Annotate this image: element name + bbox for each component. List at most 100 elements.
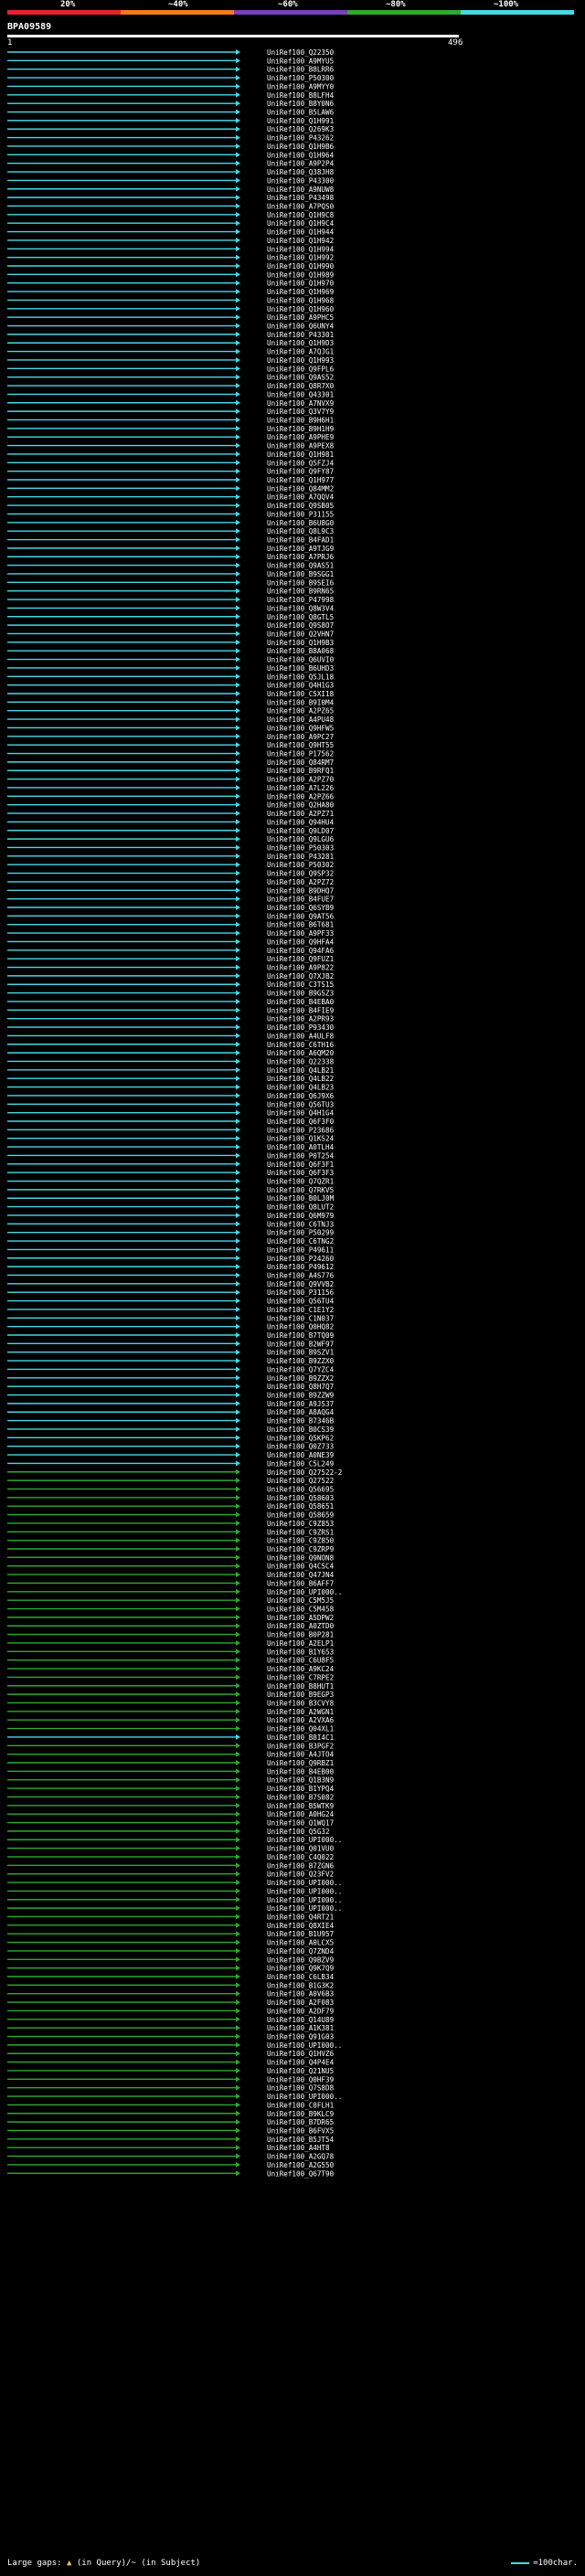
hit-row[interactable]: UniRef100_A2DF79 xyxy=(7,2007,335,2015)
hit-label[interactable]: UniRef100_P31156 xyxy=(267,1288,335,1297)
hit-label[interactable]: UniRef100_A2G550 xyxy=(267,2161,335,2169)
hit-row[interactable]: UniRef100_B7346B xyxy=(7,1417,335,1426)
hit-label[interactable]: UniRef100_Q1H992 xyxy=(267,254,334,262)
hit-label[interactable]: UniRef100_A9PC27 xyxy=(267,733,334,741)
hit-row[interactable]: UniRef100_B8I4C1 xyxy=(7,1733,335,1742)
hit-row[interactable]: UniRef100_Q01VU0 xyxy=(7,1845,335,1853)
hit-row[interactable]: UniRef100_P43498 xyxy=(7,194,335,202)
hit-label[interactable]: UniRef100_A0LCX5 xyxy=(267,1939,334,1947)
hit-row[interactable]: UniRef100_Q1H964 xyxy=(7,151,335,159)
hit-row[interactable]: UniRef100_Q84MM2 xyxy=(7,484,334,493)
hit-label[interactable]: UniRef100_P0T254 xyxy=(267,1151,335,1160)
hit-label[interactable]: UniRef100_B7TQ09 xyxy=(267,1331,335,1340)
hit-label[interactable]: UniRef100_A4HT8 xyxy=(267,2144,330,2152)
hit-row[interactable]: UniRef100_B4FAD1 xyxy=(7,536,335,545)
hit-label[interactable]: UniRef100_Q14U89 xyxy=(267,2016,335,2024)
hit-label[interactable]: UniRef100_Q1H9D3 xyxy=(267,339,334,347)
hit-row[interactable]: UniRef100_Q0HF39 xyxy=(7,2075,335,2083)
hit-label[interactable]: UniRef100_B7S082 xyxy=(267,1793,334,1801)
hit-label[interactable]: UniRef100_A4JTO4 xyxy=(267,1751,335,1759)
hit-row[interactable]: UniRef100_Q8LUT2 xyxy=(7,1203,334,1212)
hit-row[interactable]: UniRef100_Q8XIE4 xyxy=(7,1922,335,1930)
hit-label[interactable]: UniRef100_Q9S8O7 xyxy=(267,621,334,630)
hit-label[interactable]: UniRef100_UPI000.. xyxy=(267,1879,342,1887)
hit-row[interactable]: UniRef100_Q1H993 xyxy=(7,356,334,365)
hit-label[interactable]: UniRef100_Q6UVI0 xyxy=(267,656,335,664)
hit-row[interactable]: UniRef100_B7DR65 xyxy=(7,2118,334,2126)
hit-label[interactable]: UniRef100_P43281 xyxy=(267,853,335,861)
hit-row[interactable]: UniRef100_Q84RM7 xyxy=(7,758,334,767)
hit-row[interactable]: UniRef100_B9EGP3 xyxy=(7,1691,334,1699)
hit-row[interactable]: UniRef100_B4EB00 xyxy=(7,1767,335,1776)
hit-label[interactable]: UniRef100_Q7S8D8 xyxy=(267,2084,335,2093)
hit-row[interactable]: UniRef100_Q58603 xyxy=(7,1494,334,1502)
hit-label[interactable]: UniRef100_Q7XJB2 xyxy=(267,972,334,981)
hit-row[interactable]: UniRef100_Q1H989 xyxy=(7,270,335,279)
hit-row[interactable]: UniRef100_Q6F3F0 xyxy=(7,1118,335,1126)
hit-row[interactable]: UniRef100_P31156 xyxy=(7,1288,335,1297)
hit-label[interactable]: UniRef100_Q22338 xyxy=(267,1057,335,1065)
hit-label[interactable]: UniRef100_Q27522 xyxy=(267,1477,334,1485)
hit-label[interactable]: UniRef100_Q4H1G4 xyxy=(267,1109,335,1118)
hit-row[interactable]: UniRef100_Q1H960 xyxy=(7,305,335,313)
hit-label[interactable]: UniRef100_P43300 xyxy=(267,176,335,185)
hit-row[interactable]: UniRef100_B1U957 xyxy=(7,1930,334,1938)
hit-row[interactable]: UniRef100_Q0Z733 xyxy=(7,1443,334,1451)
hit-label[interactable]: UniRef100_Q94HU4 xyxy=(267,818,335,826)
hit-row[interactable]: UniRef100_Q9SB05 xyxy=(7,502,334,510)
hit-label[interactable]: UniRef100_B4FUE7 xyxy=(267,896,334,904)
hit-label[interactable]: UniRef100_Q5KP62 xyxy=(267,1434,334,1442)
hit-label[interactable]: UniRef100_C1E1Y2 xyxy=(267,1306,334,1314)
hit-row[interactable]: UniRef100_B9H1H9 xyxy=(7,425,335,433)
hit-label[interactable]: UniRef100_B9SZV1 xyxy=(267,1349,335,1357)
hit-label[interactable]: UniRef100_Q4H1G3 xyxy=(267,682,334,690)
hit-row[interactable]: UniRef100_B9ZZX0 xyxy=(7,1357,335,1365)
hit-row[interactable]: UniRef100_Q6SYB9 xyxy=(7,904,335,912)
hit-label[interactable]: UniRef100_B5LAW6 xyxy=(267,109,335,117)
hit-row[interactable]: UniRef100_C6TNG2 xyxy=(7,1237,334,1246)
hit-row[interactable]: UniRef100_C9Z850 xyxy=(7,1537,335,1545)
hit-label[interactable]: UniRef100_Q1WQ17 xyxy=(267,1819,334,1828)
hit-label[interactable]: UniRef100_A0HG24 xyxy=(267,1810,335,1818)
hit-label[interactable]: UniRef100_B5WTK9 xyxy=(267,1802,335,1810)
hit-label[interactable]: UniRef100_Q1H994 xyxy=(267,245,335,253)
hit-label[interactable]: UniRef100_Q84RM7 xyxy=(267,758,334,767)
hit-label[interactable]: UniRef100_P17562 xyxy=(267,750,334,758)
hit-row[interactable]: UniRef100_B9DHQ7 xyxy=(7,886,334,895)
hit-row[interactable]: UniRef100_Q1WQ17 xyxy=(7,1819,334,1828)
hit-row[interactable]: UniRef100_A9PC27 xyxy=(7,733,334,741)
hit-label[interactable]: UniRef100_A6QM20 xyxy=(267,1049,335,1057)
hit-row[interactable]: UniRef100_B8A068 xyxy=(7,647,335,655)
hit-row[interactable]: UniRef100_Q43301 xyxy=(7,390,335,398)
hit-label[interactable]: UniRef100_Q58651 xyxy=(267,1502,335,1511)
hit-row[interactable]: UniRef100_Q7QZR1 xyxy=(7,1178,335,1186)
hit-row[interactable]: UniRef100_Q22350 xyxy=(7,48,335,57)
hit-row[interactable]: UniRef100_C7RPE2 xyxy=(7,1673,334,1681)
hit-row[interactable]: UniRef100_A2PR93 xyxy=(7,1015,334,1023)
hit-label[interactable]: UniRef100_Q9SP32 xyxy=(267,870,334,878)
hit-label[interactable]: UniRef100_Q1H964 xyxy=(267,151,335,159)
hit-row[interactable]: UniRef100_B9SZV1 xyxy=(7,1349,335,1357)
hit-row[interactable]: UniRef100_Q9RBZ1 xyxy=(7,1759,335,1767)
hit-row[interactable]: UniRef100_A2VXA6 xyxy=(7,1716,335,1724)
hit-row[interactable]: UniRef100_Q1H9D3 xyxy=(7,339,334,347)
hit-label[interactable]: UniRef100_B1Y653 xyxy=(267,1648,334,1656)
hit-label[interactable]: UniRef100_Q56TU4 xyxy=(267,1298,335,1306)
hit-row[interactable]: UniRef100_Q9HFA4 xyxy=(7,938,335,946)
hit-label[interactable]: UniRef100_B4EBA0 xyxy=(267,998,335,1006)
hit-label[interactable]: UniRef100_Q5G32 xyxy=(267,1828,330,1836)
hit-label[interactable]: UniRef100_A4ULF8 xyxy=(267,1032,335,1040)
hit-row[interactable]: UniRef100_UPI000.. xyxy=(7,2041,342,2050)
hit-row[interactable]: UniRef100_Q9HFW5 xyxy=(7,724,334,732)
hit-label[interactable]: UniRef100_A2F083 xyxy=(267,1998,334,2007)
hit-row[interactable]: UniRef100_Q2VHN7 xyxy=(7,630,334,638)
hit-label[interactable]: UniRef100_Q21NU5 xyxy=(267,2067,334,2075)
hit-label[interactable]: UniRef100_P50303 xyxy=(267,843,334,852)
hit-row[interactable]: UniRef100_B4EBA0 xyxy=(7,998,335,1006)
hit-row[interactable]: UniRef100_A9P822 xyxy=(7,964,334,972)
hit-row[interactable]: UniRef100_B7S082 xyxy=(7,1793,334,1801)
hit-row[interactable]: UniRef100_Q47JN4 xyxy=(7,1571,335,1579)
hit-label[interactable]: UniRef100_Q9VVB2 xyxy=(267,1280,334,1288)
hit-label[interactable]: UniRef100_A9MYU5 xyxy=(267,57,334,65)
hit-row[interactable]: UniRef100_P50300 xyxy=(7,74,335,82)
